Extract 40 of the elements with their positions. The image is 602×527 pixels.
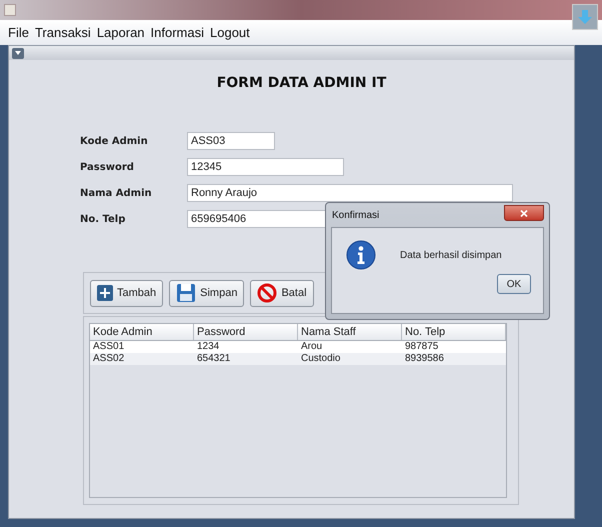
caret-icon [15, 51, 21, 55]
table-cell-text: Arou [300, 341, 324, 353]
table-cell-text: 8939586 [404, 353, 445, 365]
close-button[interactable] [504, 205, 544, 221]
table-cell-text: 987875 [404, 341, 440, 353]
toolbar-button[interactable]: Tambah [90, 280, 164, 306]
ok-button[interactable]: OK [497, 274, 531, 294]
field-label: Password [80, 160, 135, 174]
column-header[interactable]: Password [194, 324, 298, 340]
field-label: No. Telp [80, 212, 126, 226]
table-cell-text: ASS01 [92, 341, 126, 353]
table-cell-text: ASS02 [92, 353, 126, 365]
field-label: Kode Admin [80, 134, 149, 148]
menu-item[interactable]: Transaksi [34, 22, 91, 42]
table-cell-text: 1234 [196, 341, 220, 353]
input-field[interactable]: 12345 [187, 158, 344, 176]
close-icon [520, 210, 528, 216]
table-cell-text: Custodio [300, 353, 342, 365]
input-field[interactable]: ASS03 [187, 132, 275, 150]
plus-icon [97, 285, 113, 301]
down-arrow-icon [577, 9, 593, 25]
frame-menu-button[interactable] [12, 48, 24, 58]
toolbar-button[interactable]: Batal [250, 280, 314, 306]
field-label: Nama Admin [80, 186, 153, 200]
menu-item[interactable]: Laporan [96, 22, 145, 42]
dialog-title: Konfirmasi [332, 208, 380, 222]
input-field[interactable]: Ronny Araujo [187, 184, 513, 202]
column-header[interactable]: Kode Admin [90, 324, 194, 340]
prohibited-icon [257, 283, 278, 303]
toolbar-button[interactable]: Simpan [169, 280, 244, 306]
form-title: FORM DATA ADMIN IT [216, 74, 386, 93]
menu-item[interactable]: File [8, 22, 29, 42]
app-icon [4, 4, 16, 16]
table-cell-text: 654321 [196, 353, 232, 365]
column-header[interactable]: No. Telp [402, 324, 506, 340]
dialog-message: Data berhasil disimpan [400, 248, 502, 262]
menu-item[interactable]: Informasi [150, 22, 204, 42]
column-header[interactable]: Nama Staff [298, 324, 402, 340]
info-icon [346, 240, 376, 270]
menu-item[interactable]: Logout [210, 22, 250, 42]
